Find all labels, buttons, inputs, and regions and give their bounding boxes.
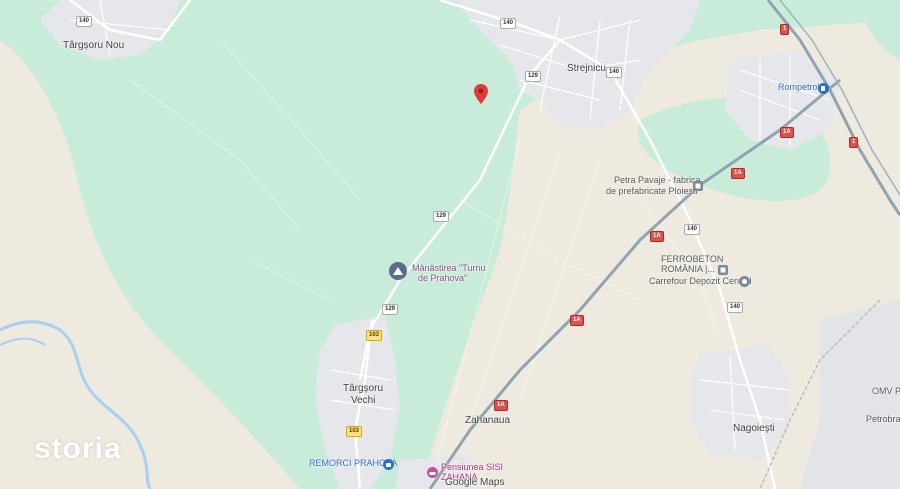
gas-station-icon[interactable] <box>818 81 829 99</box>
road-shield-1a: 1A <box>494 400 508 411</box>
road-shield-129: 129 <box>525 71 542 82</box>
field-area <box>0 40 300 489</box>
factory-icon[interactable] <box>693 178 703 196</box>
place-label-targsoru-nou: Târgșoru Nou <box>63 40 125 51</box>
road-shield-103: 103 <box>346 426 363 437</box>
road-shield-1: 1 <box>780 24 790 35</box>
road-shield-103: 103 <box>366 330 383 341</box>
lodging-icon[interactable] <box>427 465 438 483</box>
road-shield-1: 1 <box>849 137 859 148</box>
road-shield-1a: 1A <box>731 168 745 179</box>
storia-watermark-logo: storia <box>34 432 122 465</box>
shop-icon[interactable] <box>383 457 394 475</box>
place-label-targsoru-vechi: Târgșoru <box>343 383 384 394</box>
poi-label-petra-pavaje[interactable]: Petra Pavaje - fabrica <box>614 175 701 186</box>
poi-label-ferrobeton: ROMÂNIA |... <box>661 264 715 274</box>
poi-label-petra-pavaje: de prefabricate Ploiești <box>606 186 698 196</box>
monastery-icon[interactable] <box>389 262 407 285</box>
store-icon[interactable] <box>739 274 750 292</box>
road-shield-140: 140 <box>76 16 93 27</box>
road-shield-140: 140 <box>606 67 623 78</box>
road-shield-140: 140 <box>500 18 517 29</box>
poi-label-manastirea: de Prahova" <box>418 273 468 283</box>
road-shield-129: 129 <box>382 304 399 315</box>
road-shield-1a: 1A <box>570 315 584 326</box>
location-pin-icon[interactable] <box>474 84 488 109</box>
road-shield-129: 129 <box>433 211 450 222</box>
road-shield-140: 140 <box>727 302 744 313</box>
map-base-layer <box>0 0 900 489</box>
map-attribution[interactable]: Google Maps <box>445 477 504 488</box>
place-label-zahanaua: Zahanaua <box>465 415 511 426</box>
poi-label-petrobraz[interactable]: Petrobraz <box>866 414 900 425</box>
poi-label-omv[interactable]: OMV Pe <box>872 386 900 397</box>
road-shield-1a: 1A <box>780 127 794 138</box>
poi-label-rompetrol[interactable]: Rompetrol <box>778 82 820 93</box>
poi-label-carrefour[interactable]: Carrefour Depozit Central <box>649 276 752 287</box>
road-shield-1a: 1A <box>650 231 664 242</box>
place-label-strejnicu: Strejnicu <box>567 63 606 74</box>
road-shield-140: 140 <box>684 224 701 235</box>
place-label-nagoiesti: Nagoiești <box>733 423 775 434</box>
place-label-targsoru-vechi: Vechi <box>351 395 376 406</box>
map-canvas[interactable]: Târgșoru Nou Strejnicu Târgșoru Vechi Za… <box>0 0 900 489</box>
